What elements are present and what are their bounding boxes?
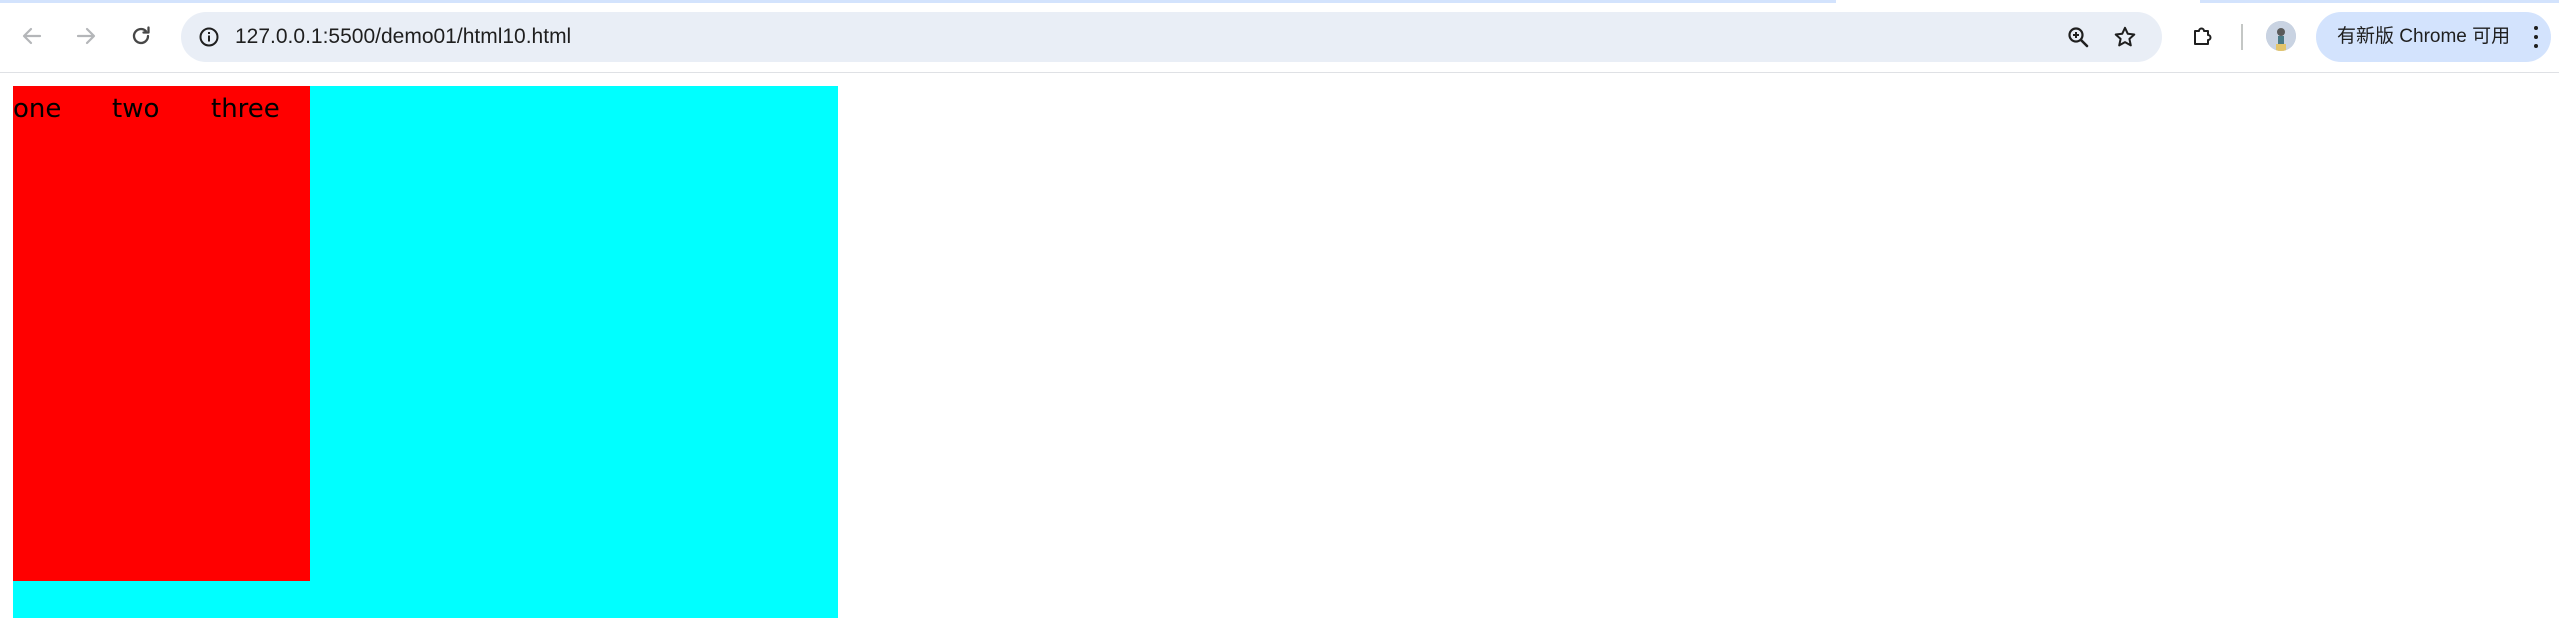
forward-button[interactable] [68,18,104,54]
kebab-menu-icon[interactable] [2531,24,2541,50]
list-item-one: one [13,94,62,124]
reload-icon [132,26,150,45]
arrow-right-icon [76,27,96,45]
tab-strip-edge [2200,0,2559,3]
browser-toolbar: 127.0.0.1:5500/demo01/html10.html 有新版 Ch… [0,0,2559,73]
zoom-in-icon [2068,27,2089,48]
profile-picture-icon [2266,21,2296,51]
site-info-button[interactable] [193,21,225,53]
bookmark-button[interactable] [2109,21,2141,53]
star-icon [2114,26,2136,47]
arrow-left-icon [22,27,42,45]
toolbar-divider [2241,24,2243,50]
info-icon [199,27,219,47]
tab-strip-edge [0,0,1836,3]
chrome-update-button[interactable]: 有新版 Chrome 可用 [2316,12,2551,62]
back-button[interactable] [14,18,50,54]
reload-button[interactable] [123,18,159,54]
zoom-button[interactable] [2062,21,2094,53]
inner-box: one two three [13,86,310,581]
puzzle-icon [2194,27,2212,45]
list-item-three: three [211,94,280,124]
list-item-two: two [112,94,160,124]
avatar[interactable] [2266,21,2296,51]
outer-container-box: one two three [13,86,838,618]
url-text[interactable]: 127.0.0.1:5500/demo01/html10.html [235,12,571,62]
extensions-button[interactable] [2185,18,2221,54]
address-bar[interactable]: 127.0.0.1:5500/demo01/html10.html [181,12,2162,62]
chrome-update-label: 有新版 Chrome 可用 [2337,26,2511,47]
